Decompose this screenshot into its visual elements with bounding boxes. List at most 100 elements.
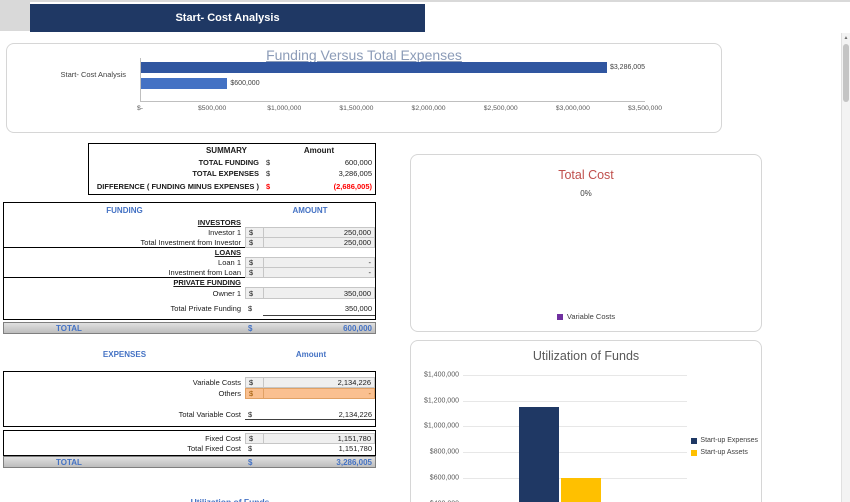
table-row: Total Investment from Investor $ 250,000 — [4, 237, 375, 248]
value-cell[interactable]: 3,286,005 — [263, 458, 375, 467]
y-axis-tick-label: $1,400,000 — [423, 371, 459, 379]
row-label: Total Variable Cost — [178, 410, 241, 419]
legend-swatch — [556, 313, 563, 320]
table-row: Total Variable Cost $ 2,134,226 — [4, 409, 375, 420]
row-label: TOTAL FUNDING — [198, 158, 259, 167]
value-cell[interactable]: (2,686,005) — [279, 182, 375, 191]
utilization-plot-area — [463, 375, 687, 502]
y-axis-tick-label: $600,000 — [429, 474, 459, 482]
summary-header-row: SUMMARY Amount — [89, 144, 375, 157]
row-label: Total Private Funding — [170, 304, 241, 313]
legend-label: Start-up Expenses — [700, 437, 758, 444]
y-axis-tick-label: $1,200,000 — [423, 397, 459, 405]
scrollbar-up-arrow[interactable]: ▲ — [842, 33, 850, 43]
x-axis-tick-label: $1,000,000 — [267, 105, 302, 112]
currency-cell: $ — [245, 377, 263, 388]
table-row: TOTAL FUNDING $ 600,000 — [89, 157, 375, 168]
legend-swatch — [691, 449, 698, 456]
chart-bar-row: $600,000 — [141, 77, 645, 90]
gridline — [463, 375, 687, 376]
sheet-corner — [0, 2, 30, 31]
total-cost-legend: Variable Costs — [411, 312, 761, 321]
total-funding-bar[interactable] — [141, 78, 228, 89]
spacer-row — [4, 399, 375, 409]
y-axis-tick-label: $1,000,000 — [423, 422, 459, 430]
funding-title: FUNDING — [106, 205, 143, 215]
row-label: Variable Costs — [192, 378, 241, 387]
gridline — [463, 400, 687, 402]
row-label: Owner 1 — [212, 288, 241, 298]
currency-cell: $ — [266, 158, 271, 167]
value-cell[interactable]: 350,000 — [263, 301, 375, 316]
next-section-heading: Utilization of Funds — [190, 497, 270, 502]
table-row: Investment from Loan $ - — [4, 267, 375, 278]
funding-table-header: FUNDING AMOUNT — [4, 203, 375, 217]
expenses-table-header: EXPENSES Amount — [3, 348, 376, 361]
total-expenses-bar[interactable] — [141, 62, 607, 73]
value-cell[interactable]: 600,000 — [279, 158, 375, 167]
fixed-costs-box: Fixed Cost $ 1,151,780 Total Fixed Cost … — [3, 430, 376, 456]
x-axis-tick-label: $3,500,000 — [627, 105, 663, 112]
utilization-chart-title: Utilization of Funds — [532, 349, 640, 363]
scrollbar-thumb[interactable] — [843, 44, 849, 102]
funding-vs-expenses-chart[interactable]: Funding Versus Total Expenses Start- Cos… — [6, 43, 722, 133]
legend-label: Variable Costs — [566, 312, 616, 321]
section-row: LOANS — [4, 247, 375, 257]
value-cell[interactable]: 250,000 — [263, 237, 375, 248]
value-cell[interactable]: - — [263, 267, 375, 278]
legend-swatch — [691, 437, 698, 444]
legend-label: Start-up Assets — [700, 449, 748, 456]
value-cell[interactable]: - — [263, 388, 375, 399]
startup-expenses-bar[interactable] — [519, 406, 559, 502]
value-cell[interactable]: 3,286,005 — [279, 169, 375, 178]
table-row: Others $ - — [4, 388, 375, 399]
currency-cell: $ — [248, 304, 253, 313]
startup-assets-bar[interactable] — [561, 477, 601, 502]
row-label: Total Investment from Investor — [140, 238, 241, 247]
summary-table: SUMMARY Amount TOTAL FUNDING $ 600,000 T… — [88, 143, 376, 195]
section-row: INVESTORS — [4, 217, 375, 227]
summary-amount-header: Amount — [303, 146, 335, 155]
currency-cell: $ — [245, 409, 263, 420]
funding-chart-plot-area: $3,286,005 $600,000 — [140, 58, 645, 102]
currency-cell: $ — [248, 323, 253, 333]
sheet-title-banner: Start- Cost Analysis — [30, 4, 425, 32]
table-row: Loan 1 $ - — [4, 257, 375, 268]
table-row: Total Fixed Cost $ 1,151,780 — [4, 443, 375, 453]
value-cell[interactable]: 350,000 — [263, 287, 375, 299]
x-axis-tick-label: $3,000,000 — [555, 105, 590, 112]
funding-total-row: TOTAL $ 600,000 — [3, 322, 376, 334]
section-label: PRIVATE FUNDING — [173, 278, 241, 287]
x-axis-tick-label: $- — [136, 105, 144, 112]
section-label: LOANS — [214, 248, 241, 257]
row-label: TOTAL EXPENSES — [192, 169, 259, 178]
row-label: DIFFERENCE ( FUNDING MINUS EXPENSES ) — [96, 182, 259, 191]
total-cost-title: Total Cost — [558, 168, 614, 182]
vertical-scrollbar[interactable]: ▲ — [841, 33, 850, 502]
total-label: TOTAL — [56, 323, 82, 333]
total-cost-chart[interactable]: Total Cost 0% Variable Costs — [410, 154, 762, 332]
currency-cell: $ — [248, 457, 253, 467]
chart-bar-row: $3,286,005 — [141, 61, 645, 74]
utilization-of-funds-chart[interactable]: Utilization of Funds $1,400,000 $1,200,0… — [410, 340, 762, 502]
value-cell[interactable]: 600,000 — [263, 324, 375, 333]
x-axis-tick-label: $1,500,000 — [339, 105, 374, 112]
currency-cell: $ — [245, 388, 263, 399]
total-cost-data-label: 0% — [580, 189, 592, 198]
worksheet: Start- Cost Analysis Funding Versus Tota… — [0, 0, 850, 502]
expenses-total-row: TOTAL $ 3,286,005 — [3, 456, 376, 468]
value-cell[interactable]: 2,134,226 — [263, 377, 375, 388]
x-axis-tick-label: $500,000 — [197, 105, 227, 112]
sheet-title: Start- Cost Analysis — [175, 12, 280, 24]
legend-item: Start-up Expenses — [691, 437, 758, 444]
currency-cell: $ — [245, 287, 263, 299]
total-label: TOTAL — [56, 457, 82, 467]
funding-chart-x-axis: $- $500,000 $1,000,000 $1,500,000 $2,000… — [136, 105, 662, 117]
variable-costs-box: Variable Costs $ 2,134,226 Others $ - To… — [3, 371, 376, 427]
row-label: Total Fixed Cost — [187, 443, 241, 453]
table-row: Fixed Cost $ 1,151,780 — [4, 433, 375, 444]
currency-cell: $ — [266, 182, 271, 191]
funding-chart-category-label: Start- Cost Analysis — [60, 69, 126, 79]
value-cell[interactable]: 2,134,226 — [263, 409, 375, 420]
value-cell[interactable]: 1,151,780 — [263, 443, 375, 453]
